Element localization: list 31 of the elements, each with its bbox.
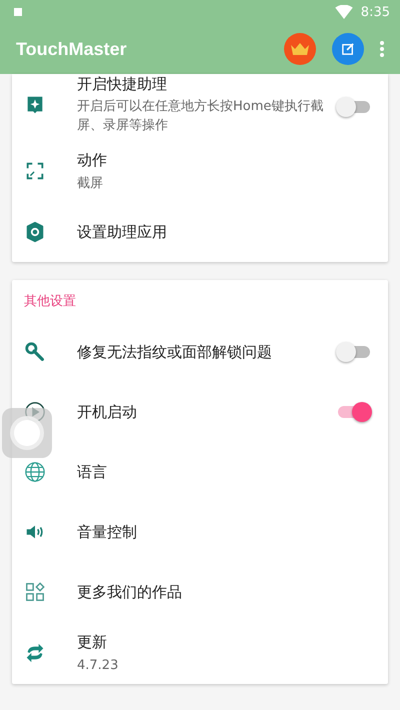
- app-title: TouchMaster: [16, 38, 127, 60]
- setting-title[interactable]: 动作: [77, 150, 107, 170]
- crown-button[interactable]: [284, 33, 316, 65]
- frame-corners-icon: [24, 160, 46, 182]
- grid-icon: [24, 581, 46, 603]
- toggle-switch[interactable]: [336, 401, 372, 423]
- setting-title[interactable]: 更多我们的作品: [77, 582, 182, 602]
- settings-icon: [24, 221, 46, 243]
- setting-title[interactable]: 修复无法指纹或面部解锁问题: [77, 342, 272, 362]
- toggle-switch[interactable]: [336, 96, 372, 118]
- refresh-icon: [24, 642, 46, 664]
- crown-icon: [290, 42, 310, 56]
- globe-icon: [24, 461, 46, 483]
- status-time: 8:35: [360, 4, 390, 20]
- setting-title[interactable]: 音量控制: [77, 522, 137, 542]
- setting-title[interactable]: 更新: [77, 632, 107, 652]
- section-header: 其他设置: [24, 293, 76, 310]
- setting-title[interactable]: 语言: [77, 462, 107, 482]
- floating-button[interactable]: [2, 408, 52, 458]
- more-icon[interactable]: [380, 41, 384, 57]
- setting-title[interactable]: 开机启动: [77, 402, 137, 422]
- setting-subtitle: 4.7.23: [77, 656, 118, 674]
- toggle-switch[interactable]: [336, 341, 372, 363]
- setting-title[interactable]: 开启快捷助理: [77, 74, 167, 94]
- setting-title[interactable]: 设置助理应用: [77, 222, 167, 242]
- setting-subtitle: 开启后可以在任意地方长按Home键执行截屏、录屏等操作: [77, 98, 324, 135]
- edit-button[interactable]: [332, 33, 364, 65]
- notification-icon: [14, 8, 22, 16]
- setting-subtitle: 截屏: [77, 174, 103, 192]
- wifi-icon: [334, 5, 353, 19]
- edit-icon: [342, 43, 354, 55]
